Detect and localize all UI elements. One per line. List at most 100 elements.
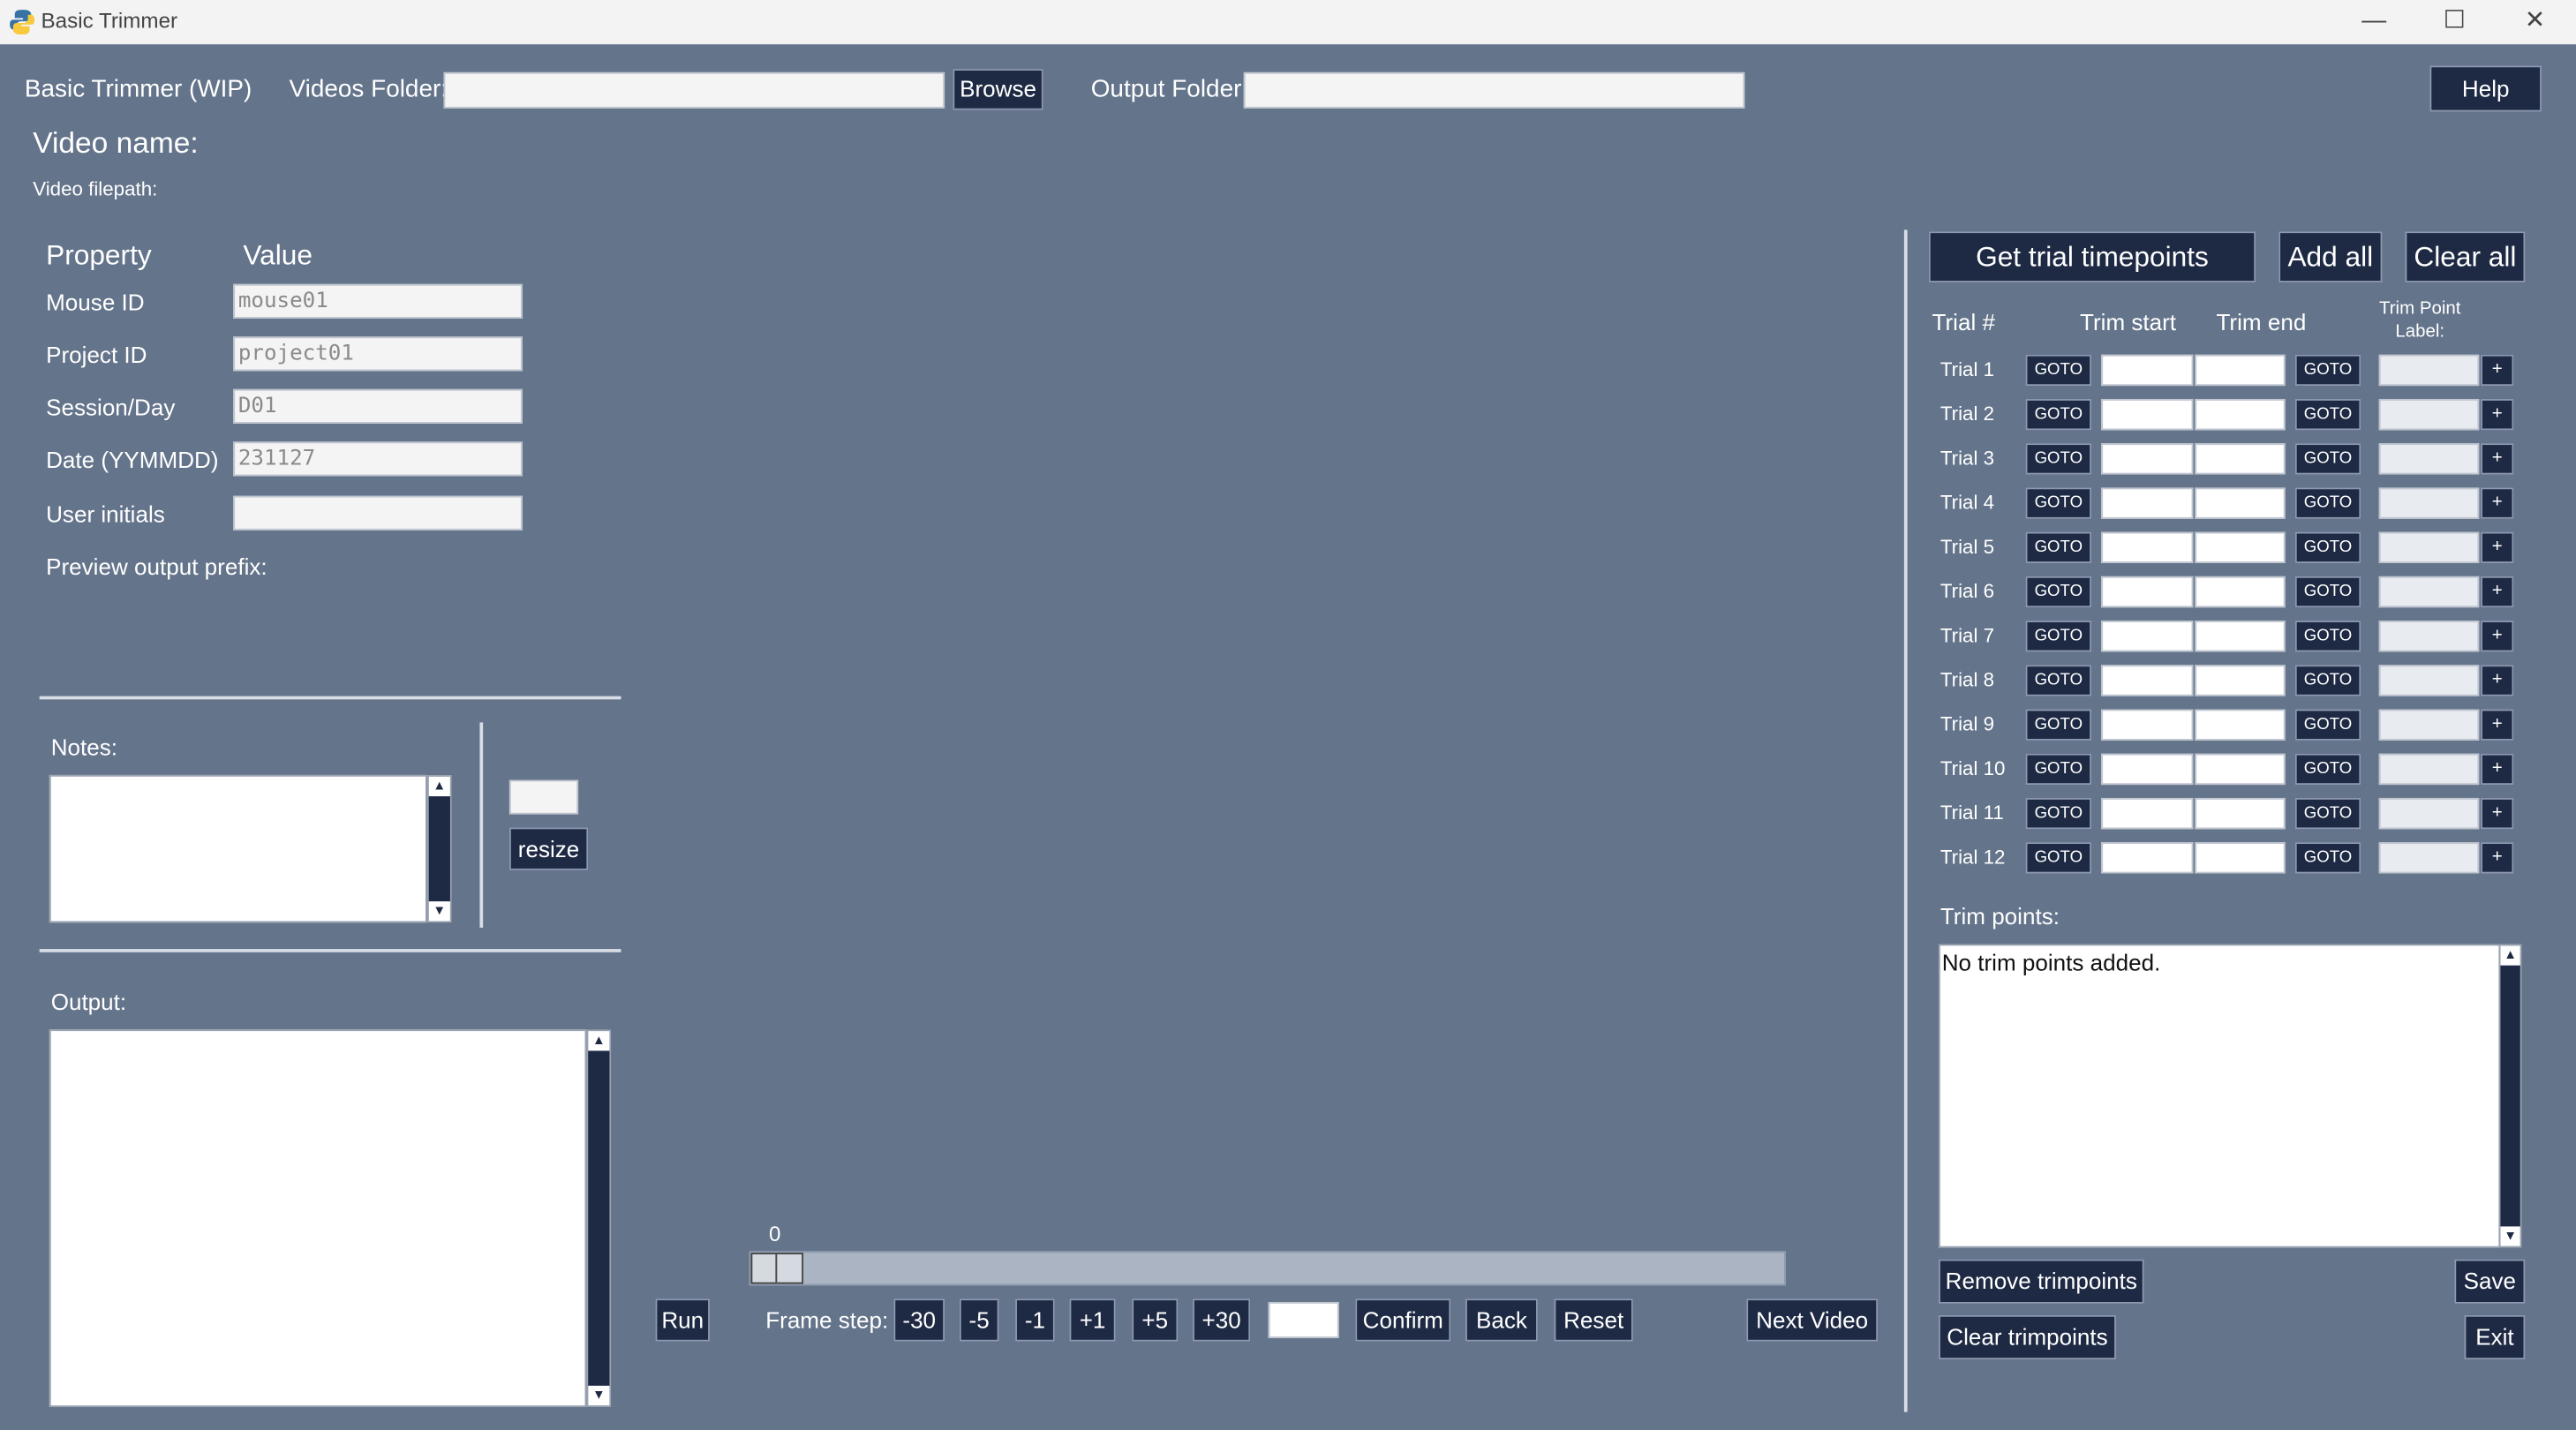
goto-end-button[interactable]: GOTO bbox=[2294, 443, 2361, 475]
date-input[interactable]: 231127 bbox=[233, 441, 523, 477]
trim-point-label-input[interactable] bbox=[2378, 665, 2480, 696]
confirm-button[interactable]: Confirm bbox=[1355, 1298, 1451, 1342]
output-textarea[interactable] bbox=[49, 1029, 587, 1408]
trim-end-input[interactable] bbox=[2195, 621, 2286, 652]
add-trimpoint-button[interactable]: + bbox=[2481, 576, 2514, 608]
remove-trimpoints-button[interactable]: Remove trimpoints bbox=[1938, 1259, 2144, 1304]
add-trimpoint-button[interactable]: + bbox=[2481, 665, 2514, 696]
goto-end-button[interactable]: GOTO bbox=[2294, 531, 2361, 563]
goto-end-button[interactable]: GOTO bbox=[2294, 753, 2361, 786]
step-minus-5-button[interactable]: -5 bbox=[959, 1298, 999, 1342]
goto-end-button[interactable]: GOTO bbox=[2294, 797, 2361, 830]
videos-folder-input[interactable] bbox=[443, 72, 945, 109]
trim-start-input[interactable] bbox=[2101, 531, 2194, 563]
goto-start-button[interactable]: GOTO bbox=[2025, 665, 2092, 696]
goto-end-button[interactable]: GOTO bbox=[2294, 621, 2361, 652]
get-trial-timepoints-button[interactable]: Get trial timepoints bbox=[1928, 231, 2256, 282]
close-button[interactable]: ✕ bbox=[2496, 0, 2574, 44]
step-plus-30-button[interactable]: +30 bbox=[1193, 1298, 1251, 1342]
trim-point-label-input[interactable] bbox=[2378, 531, 2480, 563]
clear-all-button[interactable]: Clear all bbox=[2405, 231, 2526, 282]
resize-input[interactable] bbox=[508, 779, 579, 815]
add-trimpoint-button[interactable]: + bbox=[2481, 487, 2514, 519]
clear-trimpoints-button[interactable]: Clear trimpoints bbox=[1938, 1314, 2116, 1360]
trim-start-input[interactable] bbox=[2101, 753, 2194, 786]
trim-start-input[interactable] bbox=[2101, 487, 2194, 519]
step-minus-1-button[interactable]: -1 bbox=[1015, 1298, 1055, 1342]
goto-end-button[interactable]: GOTO bbox=[2294, 709, 2361, 741]
trim-end-input[interactable] bbox=[2195, 487, 2286, 519]
trim-end-input[interactable] bbox=[2195, 797, 2286, 830]
add-trimpoint-button[interactable]: + bbox=[2481, 753, 2514, 786]
trim-points-scrollbar[interactable]: ▲ ▼ bbox=[2498, 944, 2522, 1248]
help-button[interactable]: Help bbox=[2429, 65, 2542, 112]
trim-point-label-input[interactable] bbox=[2378, 398, 2480, 431]
goto-end-button[interactable]: GOTO bbox=[2294, 354, 2361, 387]
trim-start-input[interactable] bbox=[2101, 443, 2194, 475]
trim-end-input[interactable] bbox=[2195, 753, 2286, 786]
session-day-input[interactable]: D01 bbox=[233, 388, 523, 424]
trim-end-input[interactable] bbox=[2195, 842, 2286, 874]
add-trimpoint-button[interactable]: + bbox=[2481, 531, 2514, 563]
trim-point-label-input[interactable] bbox=[2378, 576, 2480, 608]
add-trimpoint-button[interactable]: + bbox=[2481, 797, 2514, 830]
trim-start-input[interactable] bbox=[2101, 709, 2194, 741]
trim-start-input[interactable] bbox=[2101, 621, 2194, 652]
trim-end-input[interactable] bbox=[2195, 531, 2286, 563]
add-trimpoint-button[interactable]: + bbox=[2481, 354, 2514, 387]
trim-point-label-input[interactable] bbox=[2378, 709, 2480, 741]
trim-end-input[interactable] bbox=[2195, 709, 2286, 741]
trim-point-label-input[interactable] bbox=[2378, 797, 2480, 830]
add-trimpoint-button[interactable]: + bbox=[2481, 398, 2514, 431]
mouse-id-input[interactable]: mouse01 bbox=[233, 283, 523, 319]
user-initials-input[interactable] bbox=[233, 495, 523, 531]
resize-button[interactable]: resize bbox=[508, 827, 589, 870]
scroll-up-icon[interactable]: ▲ bbox=[2500, 945, 2520, 966]
goto-end-button[interactable]: GOTO bbox=[2294, 398, 2361, 431]
scroll-up-icon[interactable]: ▲ bbox=[588, 1031, 610, 1051]
add-all-button[interactable]: Add all bbox=[2278, 231, 2383, 282]
add-trimpoint-button[interactable]: + bbox=[2481, 443, 2514, 475]
scroll-up-icon[interactable]: ▲ bbox=[428, 776, 450, 797]
save-button[interactable]: Save bbox=[2454, 1259, 2526, 1304]
goto-start-button[interactable]: GOTO bbox=[2025, 398, 2092, 431]
exit-button[interactable]: Exit bbox=[2464, 1314, 2526, 1360]
trim-end-input[interactable] bbox=[2195, 354, 2286, 387]
reset-button[interactable]: Reset bbox=[1554, 1298, 1633, 1342]
trim-point-label-input[interactable] bbox=[2378, 621, 2480, 652]
back-button[interactable]: Back bbox=[1465, 1298, 1538, 1342]
trim-start-input[interactable] bbox=[2101, 665, 2194, 696]
trim-start-input[interactable] bbox=[2101, 797, 2194, 830]
notes-scrollbar[interactable]: ▲ ▼ bbox=[426, 774, 452, 923]
trim-end-input[interactable] bbox=[2195, 576, 2286, 608]
step-plus-5-button[interactable]: +5 bbox=[1132, 1298, 1179, 1342]
trim-start-input[interactable] bbox=[2101, 576, 2194, 608]
trim-end-input[interactable] bbox=[2195, 665, 2286, 696]
notes-textarea[interactable] bbox=[49, 774, 427, 923]
trim-start-input[interactable] bbox=[2101, 842, 2194, 874]
step-plus-1-button[interactable]: +1 bbox=[1069, 1298, 1116, 1342]
slider-handle[interactable] bbox=[750, 1253, 804, 1284]
trim-point-label-input[interactable] bbox=[2378, 354, 2480, 387]
trim-point-label-input[interactable] bbox=[2378, 753, 2480, 786]
trim-point-label-input[interactable] bbox=[2378, 443, 2480, 475]
maximize-button[interactable]: ☐ bbox=[2415, 0, 2494, 44]
goto-start-button[interactable]: GOTO bbox=[2025, 709, 2092, 741]
scroll-down-icon[interactable]: ▼ bbox=[2500, 1226, 2520, 1246]
scroll-down-icon[interactable]: ▼ bbox=[588, 1385, 610, 1406]
output-folder-input[interactable] bbox=[1243, 72, 1745, 109]
trim-points-textarea[interactable]: No trim points added. bbox=[1938, 944, 2501, 1248]
goto-end-button[interactable]: GOTO bbox=[2294, 665, 2361, 696]
trim-point-label-input[interactable] bbox=[2378, 487, 2480, 519]
run-button[interactable]: Run bbox=[655, 1298, 710, 1342]
project-id-input[interactable]: project01 bbox=[233, 336, 523, 372]
goto-start-button[interactable]: GOTO bbox=[2025, 753, 2092, 786]
next-video-button[interactable]: Next Video bbox=[1746, 1298, 1879, 1342]
goto-start-button[interactable]: GOTO bbox=[2025, 621, 2092, 652]
scroll-down-icon[interactable]: ▼ bbox=[428, 901, 450, 922]
trim-end-input[interactable] bbox=[2195, 398, 2286, 431]
step-minus-30-button[interactable]: -30 bbox=[893, 1298, 945, 1342]
trim-start-input[interactable] bbox=[2101, 398, 2194, 431]
trim-start-input[interactable] bbox=[2101, 354, 2194, 387]
goto-start-button[interactable]: GOTO bbox=[2025, 354, 2092, 387]
